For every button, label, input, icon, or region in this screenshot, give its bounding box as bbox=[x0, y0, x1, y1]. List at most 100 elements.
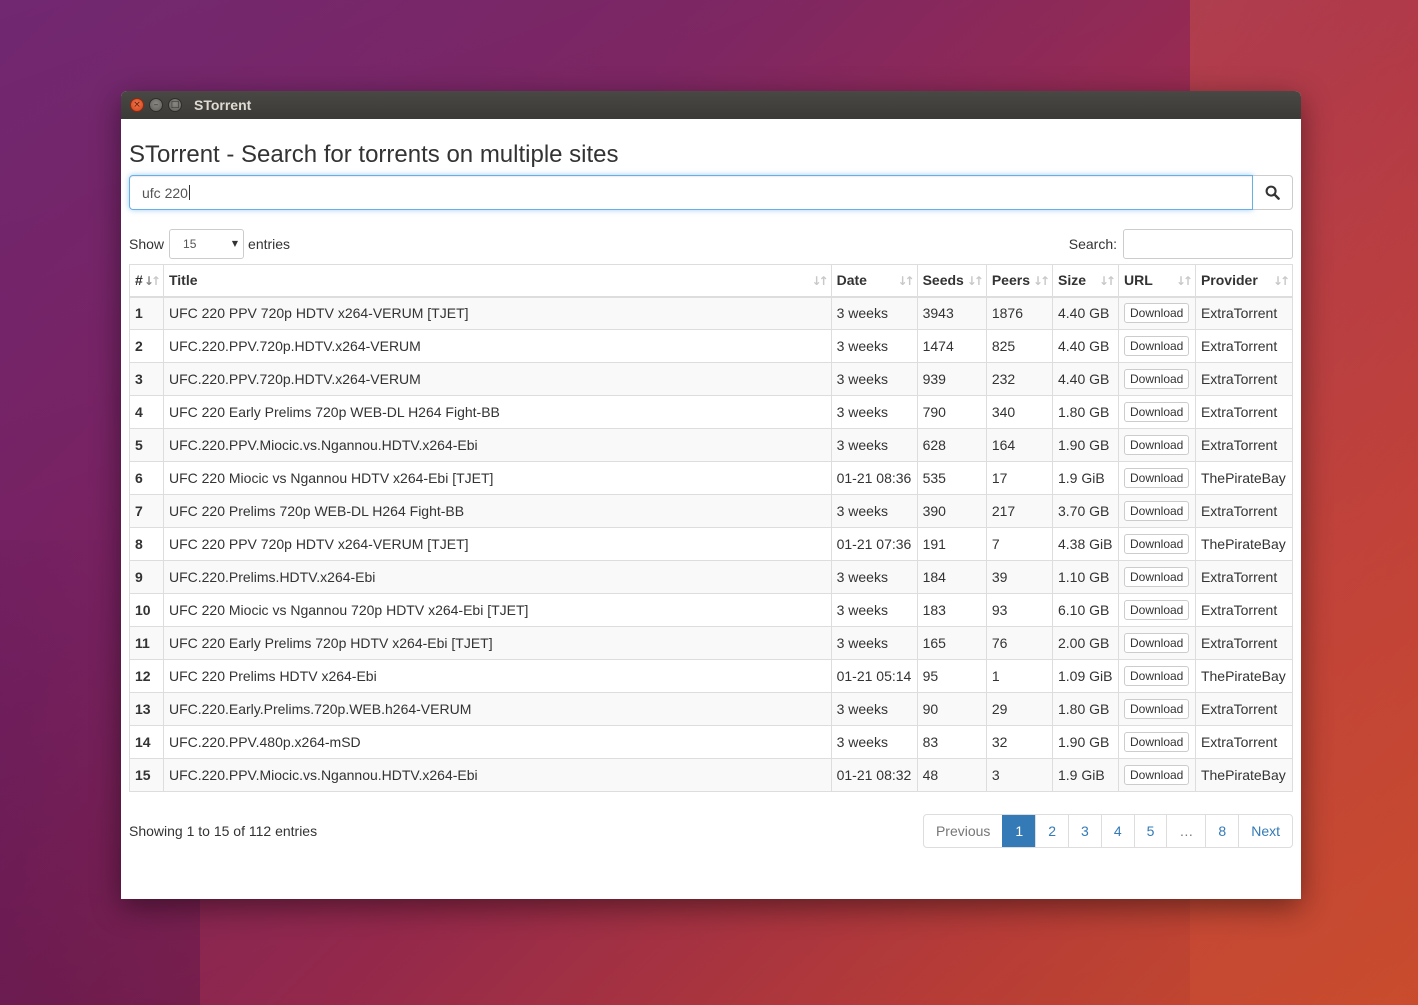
header-col-size[interactable]: Size ↓↑ bbox=[1052, 264, 1119, 298]
window-close-button[interactable]: × bbox=[130, 98, 144, 112]
torrent-seeds: 165 bbox=[916, 626, 987, 660]
torrent-peers: 7 bbox=[985, 527, 1054, 561]
torrent-provider: ThePirateBay bbox=[1194, 527, 1294, 561]
pagination-page-3[interactable]: 3 bbox=[1068, 815, 1101, 847]
torrent-peers: 93 bbox=[985, 593, 1054, 627]
download-button[interactable]: Download bbox=[1123, 567, 1190, 587]
table-row: 2 UFC.220.PPV.720p.HDTV.x264-VERUM 3 weeks… bbox=[129, 329, 1294, 363]
search-icon bbox=[1265, 185, 1280, 200]
pagination-page-8[interactable]: 8 bbox=[1205, 815, 1238, 847]
header-label: Date bbox=[836, 272, 867, 289]
download-button[interactable]: Download bbox=[1123, 468, 1190, 488]
download-button[interactable]: Download bbox=[1123, 765, 1190, 785]
torrent-provider: ExtraTorrent bbox=[1194, 560, 1294, 594]
download-button[interactable]: Download bbox=[1123, 666, 1190, 686]
header-col-seeds[interactable]: Seeds ↓↑ bbox=[916, 264, 987, 298]
download-button[interactable]: Download bbox=[1123, 501, 1190, 521]
torrent-title: UFC.220.PPV.Miocic.vs.Ngannou.HDTV.x264-… bbox=[162, 758, 832, 792]
torrent-date: 3 weeks bbox=[830, 494, 918, 528]
download-button[interactable]: Download bbox=[1123, 699, 1190, 719]
torrent-search-bar: ufc 220 bbox=[129, 175, 1293, 210]
torrent-peers: 217 bbox=[985, 494, 1054, 528]
header-col-title[interactable]: Title ↓↑ bbox=[162, 264, 832, 298]
pagination-page-4[interactable]: 4 bbox=[1100, 815, 1134, 847]
torrent-size: 1.80 GB bbox=[1052, 395, 1119, 429]
sort-icon: ↓↑ bbox=[1098, 274, 1116, 288]
torrent-provider: ExtraTorrent bbox=[1194, 593, 1294, 627]
torrent-date: 3 weeks bbox=[830, 560, 918, 594]
torrent-seeds: 390 bbox=[916, 494, 987, 528]
torrent-date: 3 weeks bbox=[830, 428, 918, 462]
torrent-title: UFC 220 Miocic vs Ngannou HDTV x264-Ebi … bbox=[162, 461, 832, 495]
torrent-size: 1.9 GiB bbox=[1052, 461, 1119, 495]
pagination-page-5[interactable]: 5 bbox=[1133, 815, 1167, 847]
torrent-title: UFC 220 Prelims 720p WEB-DL H264 Fight-B… bbox=[162, 494, 832, 528]
window-titlebar: × – □ STorrent bbox=[121, 91, 1301, 119]
torrent-url-cell: Download bbox=[1117, 395, 1196, 429]
torrent-seeds: 90 bbox=[916, 692, 987, 726]
torrent-provider: ThePirateBay bbox=[1194, 461, 1294, 495]
torrent-url-cell: Download bbox=[1117, 659, 1196, 693]
table-row: 10 UFC 220 Miocic vs Ngannou 720p HDTV x2… bbox=[129, 593, 1294, 627]
table-filter: Search: bbox=[1069, 229, 1293, 259]
download-button[interactable]: Download bbox=[1123, 633, 1190, 653]
row-number: 9 bbox=[129, 560, 164, 594]
window-minimize-button[interactable]: – bbox=[149, 98, 163, 112]
pagination-previous[interactable]: Previous bbox=[924, 815, 1002, 847]
download-button[interactable]: Download bbox=[1123, 435, 1190, 455]
torrent-url-cell: Download bbox=[1117, 527, 1196, 561]
torrent-url-cell: Download bbox=[1117, 626, 1196, 660]
torrent-size: 1.80 GB bbox=[1052, 692, 1119, 726]
torrent-url-cell: Download bbox=[1117, 494, 1196, 528]
pagination-next[interactable]: Next bbox=[1238, 815, 1292, 847]
download-button[interactable]: Download bbox=[1123, 402, 1190, 422]
entries-per-page-value: 15 bbox=[183, 237, 197, 251]
sort-icon: ↓↑ bbox=[1272, 274, 1290, 288]
torrent-date: 3 weeks bbox=[830, 725, 918, 759]
torrent-date: 01-21 05:14 bbox=[830, 659, 918, 693]
download-button[interactable]: Download bbox=[1123, 732, 1190, 752]
header-label: # bbox=[135, 272, 143, 289]
filter-input[interactable] bbox=[1123, 229, 1293, 259]
torrent-url-cell: Download bbox=[1117, 560, 1196, 594]
torrent-provider: ThePirateBay bbox=[1194, 758, 1294, 792]
header-col-peers[interactable]: Peers ↓↑ bbox=[985, 264, 1054, 298]
torrent-seeds: 183 bbox=[916, 593, 987, 627]
torrent-provider: ThePirateBay bbox=[1194, 659, 1294, 693]
dropdown-arrow-icon: ▼ bbox=[231, 239, 239, 248]
header-label: Peers bbox=[991, 272, 1030, 289]
torrent-date: 3 weeks bbox=[830, 296, 918, 330]
sort-icon: ↓↑ bbox=[966, 274, 984, 288]
row-number: 5 bbox=[129, 428, 164, 462]
torrent-url-cell: Download bbox=[1117, 296, 1196, 330]
torrent-seeds: 191 bbox=[916, 527, 987, 561]
pagination-ellipsis: … bbox=[1166, 815, 1205, 847]
search-button[interactable] bbox=[1253, 175, 1293, 210]
torrent-size: 4.40 GB bbox=[1052, 296, 1119, 330]
download-button[interactable]: Download bbox=[1123, 600, 1190, 620]
torrent-size: 4.40 GB bbox=[1052, 362, 1119, 396]
header-col-number[interactable]: # ↓↑ bbox=[129, 264, 164, 298]
download-button[interactable]: Download bbox=[1123, 534, 1190, 554]
row-number: 7 bbox=[129, 494, 164, 528]
torrent-seeds: 535 bbox=[916, 461, 987, 495]
pagination-page-1[interactable]: 1 bbox=[1002, 815, 1036, 847]
entries-per-page-select[interactable]: 15 ▼ bbox=[169, 229, 245, 259]
download-button[interactable]: Download bbox=[1123, 336, 1190, 356]
torrent-size: 6.10 GB bbox=[1052, 593, 1119, 627]
table-row: 1 UFC 220 PPV 720p HDTV x264-VERUM [TJET]… bbox=[129, 296, 1294, 330]
torrent-search-input[interactable]: ufc 220 bbox=[129, 175, 1253, 210]
download-button[interactable]: Download bbox=[1123, 303, 1190, 324]
row-number: 3 bbox=[129, 362, 164, 396]
window-maximize-button[interactable]: □ bbox=[168, 98, 182, 112]
torrent-date: 3 weeks bbox=[830, 329, 918, 363]
pagination-page-2[interactable]: 2 bbox=[1035, 815, 1068, 847]
torrent-size: 1.90 GB bbox=[1052, 428, 1119, 462]
results-table-body: 1 UFC 220 PPV 720p HDTV x264-VERUM [TJET]… bbox=[129, 296, 1294, 792]
download-button[interactable]: Download bbox=[1123, 369, 1190, 389]
torrent-peers: 29 bbox=[985, 692, 1054, 726]
torrent-seeds: 48 bbox=[916, 758, 987, 792]
header-col-provider[interactable]: Provider ↓↑ bbox=[1194, 264, 1294, 298]
header-col-date[interactable]: Date ↓↑ bbox=[830, 264, 918, 298]
header-col-url[interactable]: URL ↓↑ bbox=[1117, 264, 1196, 298]
